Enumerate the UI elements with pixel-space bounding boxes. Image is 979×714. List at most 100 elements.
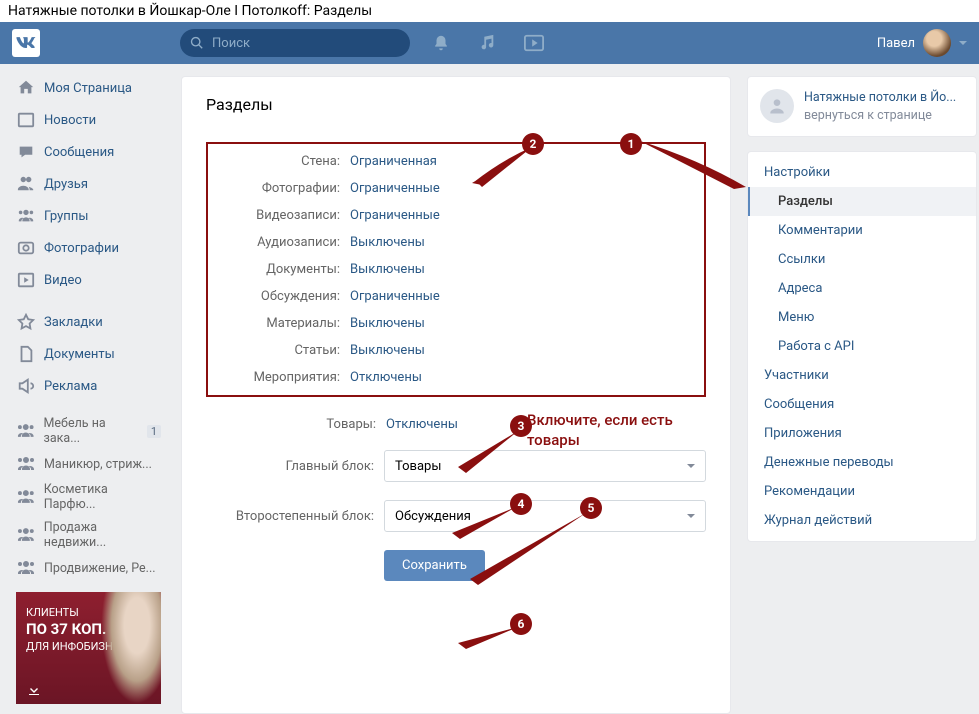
home-icon bbox=[16, 78, 36, 98]
vk-logo[interactable] bbox=[12, 29, 40, 57]
shortcut-item[interactable]: Мебель на зака... 1 bbox=[8, 412, 169, 450]
nav-news[interactable]: Новости bbox=[8, 104, 169, 136]
menu-item-Настройки[interactable]: Настройки bbox=[748, 158, 976, 187]
user-avatar bbox=[923, 29, 951, 57]
shortcut-item[interactable]: Косметика Парфю... bbox=[8, 478, 169, 516]
user-menu[interactable]: Павел bbox=[877, 29, 967, 57]
chevron-down-icon bbox=[959, 41, 967, 45]
nav-bookmarks[interactable]: Закладки bbox=[8, 306, 169, 338]
shortcut-label: Маникюр, стриж... bbox=[44, 457, 152, 472]
goods-value[interactable]: Отключены bbox=[386, 417, 458, 432]
nav-groups[interactable]: Группы bbox=[8, 200, 169, 232]
setting-row: Мероприятия: Отключены bbox=[222, 370, 690, 385]
photos-icon bbox=[16, 238, 36, 258]
news-icon bbox=[16, 110, 36, 130]
setting-label: Документы: bbox=[222, 262, 340, 277]
setting-value[interactable]: Выключены bbox=[350, 343, 425, 358]
setting-label: Стена: bbox=[222, 154, 340, 169]
shortcut-label: Мебель на зака... bbox=[44, 416, 143, 446]
menu-item-Участники[interactable]: Участники bbox=[748, 361, 976, 390]
menu-item-Работа с API[interactable]: Работа с API bbox=[748, 332, 976, 361]
main-block-value: Товары bbox=[395, 459, 441, 474]
group-name: Натяжные потолки в Йо... bbox=[804, 89, 956, 107]
setting-label: Видеозаписи: bbox=[222, 208, 340, 223]
setting-label: Статьи: bbox=[222, 343, 340, 358]
nav-home[interactable]: Моя Страница bbox=[8, 72, 169, 104]
nav-messages[interactable]: Сообщения bbox=[8, 136, 169, 168]
user-name: Павел bbox=[877, 36, 915, 51]
setting-value[interactable]: Отключены bbox=[350, 370, 422, 385]
video-header-icon[interactable] bbox=[524, 34, 544, 52]
settings-highlight-box: Стена: Ограниченная Фотографии: Ограниче… bbox=[206, 142, 706, 397]
menu-item-Ссылки[interactable]: Ссылки bbox=[748, 245, 976, 274]
goods-label: Товары: bbox=[258, 417, 376, 432]
group-avatar-icon bbox=[760, 89, 794, 123]
menu-item-Разделы[interactable]: Разделы bbox=[748, 187, 976, 216]
group-icon bbox=[16, 421, 36, 441]
back-to-page-link[interactable]: вернуться к странице bbox=[804, 107, 956, 125]
right-sidebar: Натяжные потолки в Йо... вернуться к стр… bbox=[747, 76, 977, 714]
setting-value[interactable]: Выключены bbox=[350, 262, 425, 277]
shortcut-label: Продажа недвижи... bbox=[44, 520, 161, 550]
menu-item-Рекомендации[interactable]: Рекомендации bbox=[748, 477, 976, 506]
setting-label: Фотографии: bbox=[222, 181, 340, 196]
content-panel: Разделы Стена: Ограниченная Фотографии: … bbox=[181, 76, 731, 714]
nav-label: Друзья bbox=[44, 177, 88, 192]
menu-item-Комментарии[interactable]: Комментарии bbox=[748, 216, 976, 245]
menu-item-Сообщения[interactable]: Сообщения bbox=[748, 390, 976, 419]
shortcut-item[interactable]: Продвижение, Ре... bbox=[8, 554, 169, 582]
video-icon bbox=[16, 270, 36, 290]
second-block-select[interactable]: Обсуждения bbox=[384, 500, 706, 532]
music-icon[interactable] bbox=[478, 34, 496, 52]
messages-icon bbox=[16, 142, 36, 162]
setting-row: Документы: Выключены bbox=[222, 262, 690, 277]
menu-item-Меню[interactable]: Меню bbox=[748, 303, 976, 332]
nav-label: Сообщения bbox=[44, 145, 114, 160]
nav-label: Новости bbox=[44, 113, 96, 128]
main-block-select[interactable]: Товары bbox=[384, 450, 706, 482]
nav-video[interactable]: Видео bbox=[8, 264, 169, 296]
bookmarks-icon bbox=[16, 312, 36, 332]
nav-ads[interactable]: Реклама bbox=[8, 370, 169, 402]
ad-image bbox=[101, 592, 161, 704]
setting-value[interactable]: Ограниченные bbox=[350, 181, 440, 196]
menu-item-Журнал действий[interactable]: Журнал действий bbox=[748, 506, 976, 535]
menu-item-Адреса[interactable]: Адреса bbox=[748, 274, 976, 303]
main-block-label: Главный блок: bbox=[206, 459, 374, 474]
nav-friends[interactable]: Друзья bbox=[8, 168, 169, 200]
nav-docs[interactable]: Документы bbox=[8, 338, 169, 370]
setting-label: Мероприятия: bbox=[222, 370, 340, 385]
setting-row: Фотографии: Ограниченные bbox=[222, 181, 690, 196]
ad-banner[interactable]: КЛИЕНТЫ ПО 37 КОП. ДЛЯ ИНФОБИЗНЕСА bbox=[16, 592, 161, 704]
setting-value[interactable]: Ограниченная bbox=[350, 154, 437, 169]
docs-icon bbox=[16, 344, 36, 364]
nav-label: Документы bbox=[44, 347, 115, 362]
chevron-down-icon bbox=[687, 464, 695, 468]
setting-row: Обсуждения: Ограниченные bbox=[222, 289, 690, 304]
search-input[interactable]: Поиск bbox=[180, 29, 410, 57]
shortcut-item[interactable]: Продажа недвижи... bbox=[8, 516, 169, 554]
search-placeholder: Поиск bbox=[212, 36, 250, 51]
setting-value[interactable]: Ограниченные bbox=[350, 208, 440, 223]
setting-value[interactable]: Ограниченные bbox=[350, 289, 440, 304]
save-button[interactable]: Сохранить bbox=[384, 550, 485, 581]
setting-value[interactable]: Выключены bbox=[350, 235, 425, 250]
setting-value[interactable]: Выключены bbox=[350, 316, 425, 331]
menu-item-Приложения[interactable]: Приложения bbox=[748, 419, 976, 448]
group-icon bbox=[16, 558, 36, 578]
setting-label: Материалы: bbox=[222, 316, 340, 331]
notifications-icon[interactable] bbox=[432, 34, 450, 52]
nav-photos[interactable]: Фотографии bbox=[8, 232, 169, 264]
left-sidebar: Моя Страница Новости Сообщения Друзья Гр… bbox=[8, 64, 169, 714]
nav-label: Моя Страница bbox=[44, 81, 132, 96]
nav-label: Закладки bbox=[44, 315, 103, 330]
download-icon bbox=[26, 682, 42, 698]
shortcut-item[interactable]: Маникюр, стриж... bbox=[8, 450, 169, 478]
groups-icon bbox=[16, 206, 36, 226]
header-icons bbox=[432, 34, 544, 52]
shortcut-label: Продвижение, Ре... bbox=[44, 561, 156, 576]
menu-item-Денежные переводы[interactable]: Денежные переводы bbox=[748, 448, 976, 477]
group-card[interactable]: Натяжные потолки в Йо... вернуться к стр… bbox=[747, 76, 977, 137]
settings-menu: НастройкиРазделыКомментарииСсылкиАдресаМ… bbox=[747, 151, 977, 542]
shortcut-label: Косметика Парфю... bbox=[44, 482, 161, 512]
